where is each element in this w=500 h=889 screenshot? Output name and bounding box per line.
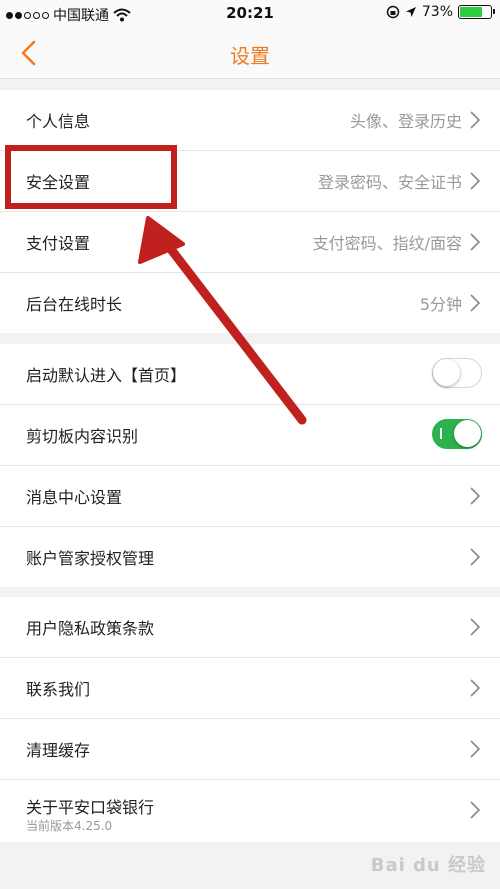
- chevron-right-icon: [470, 618, 480, 636]
- page-title: 设置: [230, 44, 270, 68]
- row-account-authorization[interactable]: 账户管家授权管理: [0, 527, 500, 587]
- battery-fill: [460, 7, 482, 17]
- row-value: 头像、登录历史: [349, 112, 462, 131]
- row-contact-us[interactable]: 联系我们: [0, 658, 500, 719]
- version-label: 当前版本4.25.0: [26, 819, 113, 833]
- row-label: 账户管家授权管理: [26, 549, 155, 568]
- nav-bar: 设置: [0, 28, 500, 79]
- row-value: 5分钟: [419, 295, 462, 314]
- row-message-center[interactable]: 消息中心设置: [0, 466, 500, 527]
- chevron-right-icon: [470, 294, 480, 312]
- watermark: Bai du 经验: [370, 855, 486, 876]
- status-bar: 中国联通 20:21 73%: [0, 0, 500, 28]
- settings-group-preferences: 启动默认进入【首页】 剪切板内容识别 消息中心设置 账户管家授权管理: [0, 344, 500, 587]
- row-security-settings[interactable]: 安全设置 登录密码、安全证书: [0, 151, 500, 212]
- default-home-toggle[interactable]: [432, 358, 482, 388]
- row-background-timeout[interactable]: 后台在线时长 5分钟: [0, 273, 500, 333]
- chevron-right-icon: [470, 111, 480, 129]
- location-icon: [405, 7, 416, 17]
- toggle-knob: [433, 359, 460, 386]
- row-label: 安全设置: [26, 173, 91, 192]
- row-label: 后台在线时长: [26, 295, 123, 314]
- settings-group-about: 用户隐私政策条款 联系我们 清理缓存 关于平安口袋银行 当前版本4.25.0: [0, 597, 500, 842]
- row-payment-settings[interactable]: 支付设置 支付密码、指纹/面容: [0, 212, 500, 273]
- row-label: 支付设置: [26, 234, 91, 253]
- row-value: 支付密码、指纹/面容: [312, 234, 462, 253]
- row-label: 联系我们: [26, 680, 91, 699]
- settings-group-account: 个人信息 头像、登录历史 安全设置 登录密码、安全证书 支付设置 支付密码、指纹…: [0, 90, 500, 333]
- row-label: 清理缓存: [26, 741, 91, 760]
- battery-icon: [458, 5, 495, 19]
- chevron-right-icon: [470, 233, 480, 251]
- row-clear-cache[interactable]: 清理缓存: [0, 719, 500, 780]
- row-about-app[interactable]: 关于平安口袋银行 当前版本4.25.0: [0, 780, 500, 842]
- chevron-right-icon: [470, 740, 480, 758]
- chevron-right-icon: [470, 801, 480, 819]
- chevron-right-icon: [470, 548, 480, 566]
- clipboard-detect-toggle[interactable]: [432, 419, 482, 449]
- row-label: 关于平安口袋银行: [26, 798, 155, 817]
- rotation-lock-icon: [386, 5, 400, 19]
- row-label: 用户隐私政策条款: [26, 619, 155, 638]
- row-label: 剪切板内容识别: [26, 427, 139, 446]
- row-label: 启动默认进入【首页】: [26, 366, 187, 385]
- row-privacy-policy[interactable]: 用户隐私政策条款: [0, 597, 500, 658]
- row-label: 个人信息: [26, 112, 91, 131]
- battery-percent: 73%: [421, 4, 453, 20]
- row-default-home: 启动默认进入【首页】: [0, 344, 500, 405]
- row-personal-info[interactable]: 个人信息 头像、登录历史: [0, 90, 500, 151]
- toggle-knob: [454, 420, 481, 447]
- chevron-right-icon: [470, 172, 480, 190]
- status-right: 73%: [386, 4, 495, 20]
- chevron-right-icon: [470, 487, 480, 505]
- row-clipboard-detect: 剪切板内容识别: [0, 405, 500, 466]
- toggle-on-mark: [440, 428, 442, 439]
- row-value: 登录密码、安全证书: [317, 173, 462, 192]
- row-label: 消息中心设置: [26, 488, 123, 507]
- chevron-right-icon: [470, 679, 480, 697]
